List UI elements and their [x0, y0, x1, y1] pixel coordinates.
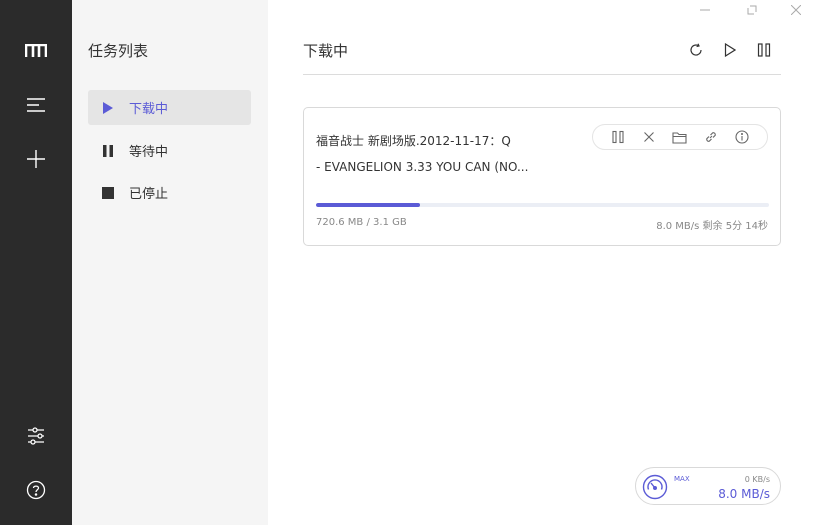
sidebar-item-label: 下载中 — [129, 102, 169, 117]
header-actions — [679, 40, 781, 60]
main-panel: 下载中 福音战士 新剧场版.2012-11-17：Q - EVANGELION … — [268, 0, 813, 525]
sidebar-item-label: 已停止 — [129, 187, 169, 202]
pause-all-icon[interactable] — [747, 40, 781, 60]
task-speed: 8.0 MB/s 剩余 5分 14秒 — [656, 221, 768, 232]
info-icon[interactable] — [734, 129, 750, 145]
speedometer-icon — [642, 474, 668, 500]
sidebar-item-downloading[interactable]: 下载中 — [88, 90, 251, 125]
folder-icon[interactable] — [672, 129, 688, 145]
stop-icon — [101, 186, 115, 200]
icon-rail — [0, 0, 72, 525]
header-divider — [303, 74, 781, 75]
sidebar-item-stopped[interactable]: 已停止 — [88, 175, 251, 210]
help-icon[interactable] — [0, 470, 72, 510]
delete-icon[interactable] — [641, 129, 657, 145]
task-name: 福音战士 新剧场版.2012-11-17：Q - EVANGELION 3.33… — [316, 128, 586, 180]
upload-speed: 0 KB/s — [744, 475, 770, 484]
minimize-icon[interactable] — [695, 2, 715, 18]
preferences-icon[interactable] — [0, 416, 72, 456]
sidebar-item-label: 等待中 — [129, 145, 169, 160]
task-progress-fill — [316, 203, 421, 207]
task-progress-bar — [316, 203, 769, 207]
play-icon — [101, 101, 115, 115]
speedometer[interactable]: MAX 0 KB/s 8.0 MB/s — [635, 467, 781, 505]
pause-icon — [101, 144, 115, 158]
task-name-line: - EVANGELION 3.33 YOU CAN (NO... — [316, 160, 529, 174]
sidebar-item-waiting[interactable]: 等待中 — [88, 133, 251, 168]
maximize-icon[interactable] — [742, 2, 762, 18]
pause-icon[interactable] — [610, 129, 626, 145]
refresh-icon[interactable] — [679, 40, 713, 60]
page-title: 下载中 — [303, 42, 349, 60]
logo-icon — [0, 31, 72, 71]
task-name-line: 福音战士 新剧场版.2012-11-17：Q — [316, 134, 511, 148]
task-size: 720.6 MB / 3.1 GB — [316, 217, 407, 228]
task-action-bar — [592, 124, 768, 150]
task-list-sidebar: 任务列表 下载中 等待中 已停止 — [72, 0, 268, 525]
speed-limit-label: MAX — [674, 475, 690, 483]
download-speed: 8.0 MB/s — [718, 487, 770, 501]
menu-icon[interactable] — [0, 85, 72, 125]
app-window: 任务列表 下载中 等待中 已停止 下载中 福音战士 新剧场版.2012-11-1… — [0, 0, 813, 525]
link-icon[interactable] — [703, 129, 719, 145]
resume-all-icon[interactable] — [713, 40, 747, 60]
close-icon[interactable] — [786, 2, 806, 18]
add-icon[interactable] — [0, 139, 72, 179]
task-card[interactable]: 福音战士 新剧场版.2012-11-17：Q - EVANGELION 3.33… — [303, 107, 781, 246]
sidebar-title: 任务列表 — [88, 42, 149, 60]
